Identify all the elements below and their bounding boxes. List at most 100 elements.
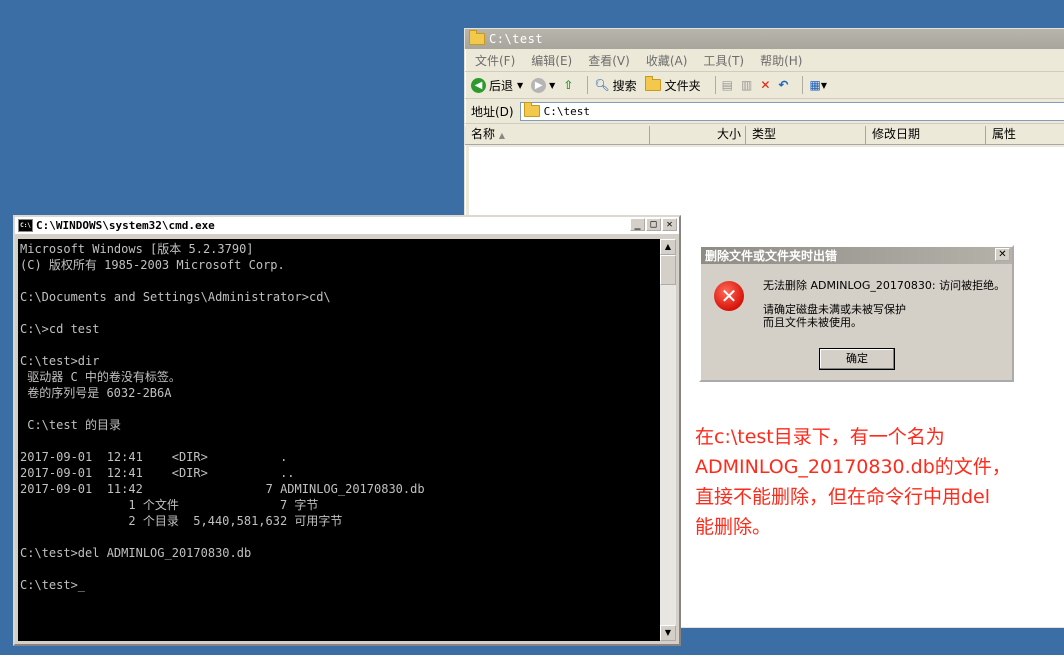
- console-line: 2017-09-01 11:42 7 ADMINLOG_20170830.db: [20, 482, 425, 496]
- cmd-titlebar[interactable]: C:\ C:\WINDOWS\system32\cmd.exe _ □ ✕: [15, 217, 679, 234]
- dialog-controls: ✕: [994, 248, 1010, 261]
- explorer-titlebar[interactable]: C:\test: [465, 29, 1064, 49]
- back-arrow-icon: ◀: [471, 77, 486, 93]
- menu-view[interactable]: 查看(V): [588, 52, 630, 69]
- address-label: 地址(D): [471, 104, 514, 119]
- chevron-down-icon: ▼: [549, 80, 556, 90]
- column-attributes[interactable]: 属性: [986, 126, 1064, 144]
- annotation-text: 在c:\test目录下，有一个名为 ADMINLOG_20170830.db的文…: [695, 422, 1063, 542]
- search-icon: 🔍︎: [594, 78, 610, 92]
- dialog-titlebar[interactable]: 删除文件或文件夹时出错 ✕: [701, 247, 1012, 264]
- dialog-detail-line1: 请确定磁盘未满或未被写保护: [763, 303, 906, 316]
- window-controls: _ □ ✕: [629, 218, 677, 231]
- copy-to-icon: ▥: [741, 78, 753, 92]
- annotation-line1: 在c:\test目录下，有一个名为: [695, 426, 945, 448]
- up-folder-button[interactable]: ⇧: [563, 78, 573, 92]
- console-line: 驱动器 C 中的卷没有标签。: [20, 370, 181, 384]
- console-line: 2017-09-01 12:41 <DIR> ..: [20, 466, 295, 480]
- delete-button[interactable]: ✕: [760, 78, 770, 92]
- copy-to-button[interactable]: ▥: [741, 78, 752, 92]
- close-button[interactable]: ✕: [662, 218, 677, 231]
- error-dialog: 删除文件或文件夹时出错 ✕ ✕ 无法删除 ADMINLOG_20170830: …: [699, 245, 1014, 382]
- menu-favorites[interactable]: 收藏(A): [646, 52, 688, 69]
- menu-edit[interactable]: 编辑(E): [531, 52, 572, 69]
- delete-x-icon: ✕: [760, 78, 771, 92]
- address-value: C:\test: [543, 104, 590, 118]
- undo-button[interactable]: ↶: [778, 78, 788, 92]
- console-line: 2017-09-01 12:41 <DIR> .: [20, 450, 288, 464]
- cmd-icon: C:\: [18, 219, 33, 232]
- console-line: C:\test>_: [20, 578, 86, 592]
- minimize-button[interactable]: _: [630, 218, 645, 231]
- annotation-line2: ADMINLOG_20170830.db的文件，: [695, 456, 1011, 478]
- console-line: C:\Documents and Settings\Administrator>…: [20, 290, 331, 304]
- column-modified[interactable]: 修改日期: [866, 126, 986, 144]
- explorer-menubar: 文件(F) 编辑(E) 查看(V) 收藏(A) 工具(T) 帮助(H): [465, 49, 1064, 72]
- toolbar-separator: [714, 76, 716, 94]
- scroll-down-button[interactable]: ▼: [660, 625, 676, 641]
- console-line: C:\test>del ADMINLOG_20170830.db: [20, 546, 252, 560]
- console-line: 卷的序列号是 6032-2B6A: [20, 386, 172, 400]
- move-to-button[interactable]: ▤: [722, 78, 733, 92]
- annotation-line4: 能删除。: [695, 516, 772, 538]
- chevron-down-icon: ▼: [517, 80, 524, 90]
- console-line: 1 个文件 7 字节: [20, 498, 319, 512]
- folders-button[interactable]: 文件夹: [644, 76, 701, 94]
- scroll-thumb[interactable]: [660, 255, 676, 285]
- annotation-line3: 直接不能删除，但在命令行中用del: [695, 486, 991, 508]
- up-folder-icon: ⇧: [563, 78, 574, 92]
- toolbar-separator: [802, 76, 804, 94]
- dialog-detail: 请确定磁盘未满或未被写保护 而且文件未被使用。: [763, 303, 1003, 329]
- chevron-down-icon: ▼: [820, 80, 827, 90]
- console-line: C:\>cd test: [20, 322, 100, 336]
- console-line: C:\test 的目录: [20, 418, 122, 432]
- toolbar-separator: [587, 76, 589, 94]
- ok-button[interactable]: 确定: [819, 348, 895, 370]
- search-label: 搜索: [612, 78, 637, 93]
- column-name[interactable]: 名称 ▲: [465, 126, 650, 144]
- views-button[interactable]: ▦ ▼: [809, 78, 827, 92]
- back-button[interactable]: ◀ 后退 ▼: [471, 77, 523, 94]
- sort-arrow-icon: ▲: [498, 131, 505, 140]
- column-size[interactable]: 大小: [650, 126, 746, 144]
- console-scrollbar[interactable]: ▲ ▼: [660, 239, 676, 641]
- menu-file[interactable]: 文件(F): [475, 52, 515, 69]
- maximize-button[interactable]: □: [646, 218, 661, 231]
- file-list[interactable]: [650, 147, 1064, 627]
- back-label: 后退: [489, 78, 514, 93]
- cmd-title: C:\WINDOWS\system32\cmd.exe: [36, 219, 215, 232]
- console-line: Microsoft Windows [版本 5.2.3790]: [20, 242, 254, 256]
- dialog-detail-line2: 而且文件未被使用。: [763, 316, 862, 329]
- folder-icon: [644, 76, 661, 91]
- dialog-message: 无法删除 ADMINLOG_20170830: 访问被拒绝。: [763, 279, 1006, 292]
- undo-icon: ↶: [778, 78, 789, 92]
- address-bar: 地址(D) C:\test: [465, 99, 1064, 124]
- console-line: (C) 版权所有 1985-2003 Microsoft Corp.: [20, 258, 285, 272]
- column-type[interactable]: 类型: [746, 126, 866, 144]
- forward-arrow-icon: ▶: [531, 77, 547, 93]
- explorer-title: C:\test: [489, 32, 544, 46]
- dialog-close-button[interactable]: ✕: [995, 248, 1010, 261]
- console-output[interactable]: Microsoft Windows [版本 5.2.3790] (C) 版权所有 …: [18, 239, 661, 641]
- views-icon: ▦: [809, 78, 821, 92]
- dialog-title: 删除文件或文件夹时出错: [705, 249, 838, 263]
- file-list-left[interactable]: [469, 147, 650, 217]
- menu-tools[interactable]: 工具(T): [703, 52, 744, 69]
- console-line: 2 个目录 5,440,581,632 可用字节: [20, 514, 343, 528]
- error-icon: ✕: [714, 281, 744, 311]
- move-to-icon: ▤: [721, 78, 733, 92]
- menu-help[interactable]: 帮助(H): [760, 52, 802, 69]
- explorer-toolbar: ◀ 后退 ▼ ▶ ▼ ⇧ 🔍︎ 搜索 文件夹 ▤ ▥ ✕ ↶ ▦ ▼: [465, 72, 1064, 99]
- search-button[interactable]: 🔍︎ 搜索: [594, 77, 636, 94]
- address-input[interactable]: C:\test: [519, 101, 1064, 121]
- scroll-up-button[interactable]: ▲: [660, 239, 676, 255]
- folder-icon: [469, 30, 485, 45]
- forward-button[interactable]: ▶ ▼: [531, 77, 556, 93]
